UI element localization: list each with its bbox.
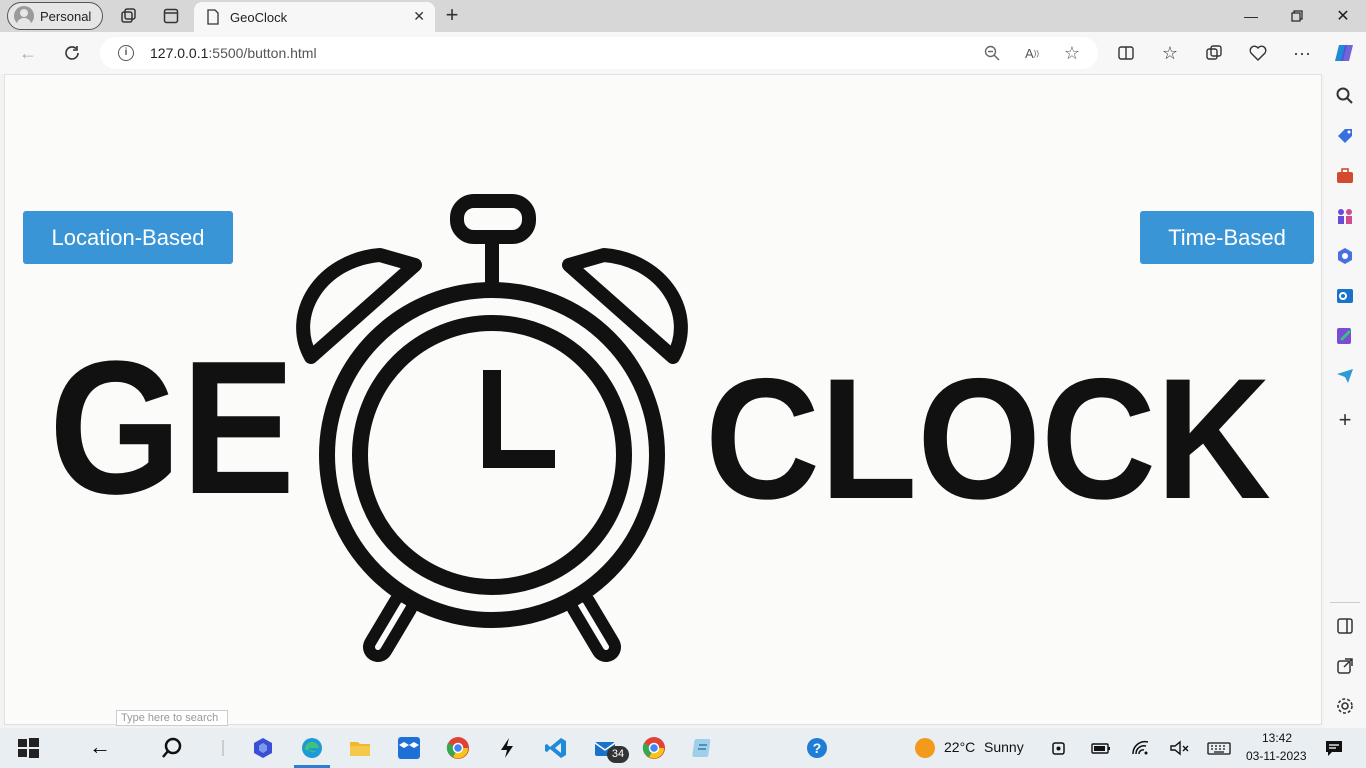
battery-icon[interactable] — [1090, 736, 1114, 760]
weather-temp[interactable]: 22°C — [944, 739, 975, 755]
office-icon[interactable] — [1335, 246, 1355, 266]
outlook-icon[interactable] — [1335, 286, 1355, 306]
wifi-icon[interactable] — [1130, 736, 1154, 760]
app-bolt-icon[interactable] — [495, 736, 519, 760]
designer-icon[interactable] — [1335, 326, 1355, 346]
hide-sidebar-icon[interactable] — [1335, 616, 1355, 636]
copilot-icon[interactable] — [1330, 40, 1358, 66]
weather-desc[interactable]: Sunny — [984, 739, 1024, 755]
close-window-button[interactable]: ✕ — [1320, 0, 1366, 32]
logo-text-clock: CLOCK — [705, 343, 1271, 535]
tab-title: GeoClock — [230, 9, 288, 25]
search-taskbar-icon[interactable] — [160, 736, 184, 760]
notepad-icon[interactable] — [691, 736, 715, 760]
refresh-button[interactable] — [58, 40, 86, 66]
clock-date[interactable]: 03-11-2023 — [1246, 749, 1307, 763]
site-info-icon[interactable]: i — [118, 45, 134, 61]
browser-toolbar: ← i 127.0.0.1:5500/button.html A)) ☆ ☆ ·… — [0, 32, 1366, 74]
windows-taskbar: ← 34 ? 22°C Sunny 13:42 03-11-2023 — [0, 728, 1366, 768]
restore-button[interactable] — [1274, 0, 1320, 32]
read-aloud-icon[interactable]: A)) — [1022, 43, 1042, 63]
back-button[interactable]: ← — [14, 40, 42, 66]
alarm-clock-icon — [296, 194, 688, 662]
weather-sun-icon[interactable] — [913, 736, 937, 760]
vscode-icon[interactable] — [544, 736, 568, 760]
workspaces-icon[interactable] — [114, 4, 142, 28]
split-screen-icon[interactable] — [1112, 40, 1140, 66]
volume-muted-icon[interactable] — [1168, 736, 1192, 760]
avatar-icon — [14, 6, 34, 26]
sidebar-divider — [1330, 602, 1360, 603]
external-link-icon[interactable] — [1335, 656, 1355, 676]
page-icon — [207, 9, 219, 25]
favorite-star-icon[interactable]: ☆ — [1062, 43, 1082, 63]
address-bar[interactable]: i 127.0.0.1:5500/button.html A)) ☆ — [100, 37, 1098, 69]
browser-essentials-icon[interactable] — [1244, 40, 1272, 66]
clock-time[interactable]: 13:42 — [1262, 731, 1292, 745]
tab-geoclock[interactable]: GeoClock ✕ — [194, 2, 435, 32]
minimize-button[interactable]: — — [1228, 0, 1274, 32]
add-sidebar-app-icon[interactable]: + — [1335, 409, 1355, 431]
taskbar-divider — [222, 740, 224, 756]
shopping-tag-icon[interactable] — [1335, 126, 1355, 146]
tools-icon[interactable] — [1335, 166, 1355, 186]
profile-label: Personal — [40, 8, 92, 24]
dropbox-icon[interactable] — [397, 736, 421, 760]
logo-text-geo: GE — [49, 322, 295, 534]
close-tab-icon[interactable]: ✕ — [413, 8, 425, 25]
file-explorer-icon[interactable] — [348, 736, 372, 760]
settings-gear-icon[interactable] — [1335, 696, 1355, 716]
notification-icon[interactable] — [1322, 736, 1346, 760]
mail-count-badge: 34 — [607, 746, 629, 763]
send-icon[interactable] — [1335, 366, 1355, 386]
geoclock-logo: GE CLOCK — [49, 194, 1271, 662]
more-menu-icon[interactable]: ··· — [1288, 40, 1316, 66]
back-arrow-icon[interactable]: ← — [88, 736, 112, 760]
edge-browser-icon[interactable] — [300, 736, 324, 760]
start-windows-icon[interactable] — [16, 736, 40, 760]
profile-button[interactable]: Personal — [7, 2, 103, 30]
browser-tab-bar: Personal GeoClock ✕ + — ✕ — [0, 0, 1366, 32]
new-tab-button[interactable]: + — [440, 4, 464, 28]
chrome-second-icon[interactable] — [642, 736, 666, 760]
help-icon[interactable]: ? — [805, 736, 829, 760]
copilot-taskbar-icon[interactable] — [251, 736, 275, 760]
meet-now-icon[interactable] — [1050, 736, 1074, 760]
search-hint-tooltip: Type here to search — [116, 710, 228, 726]
svg-text:?: ? — [813, 740, 822, 756]
keyboard-icon[interactable] — [1207, 736, 1231, 760]
collections-icon[interactable] — [1200, 40, 1228, 66]
tab-actions-icon[interactable] — [157, 4, 185, 28]
page-viewport: Location-Based Time-Based GE CLOCK — [4, 74, 1322, 725]
games-icon[interactable] — [1335, 206, 1355, 226]
chrome-icon[interactable] — [446, 736, 470, 760]
search-icon[interactable] — [1335, 86, 1355, 106]
url-text[interactable]: 127.0.0.1:5500/button.html — [150, 45, 317, 61]
zoom-out-icon[interactable] — [982, 43, 1002, 63]
favorites-icon[interactable]: ☆ — [1156, 40, 1184, 66]
edge-sidebar: + — [1324, 74, 1366, 728]
